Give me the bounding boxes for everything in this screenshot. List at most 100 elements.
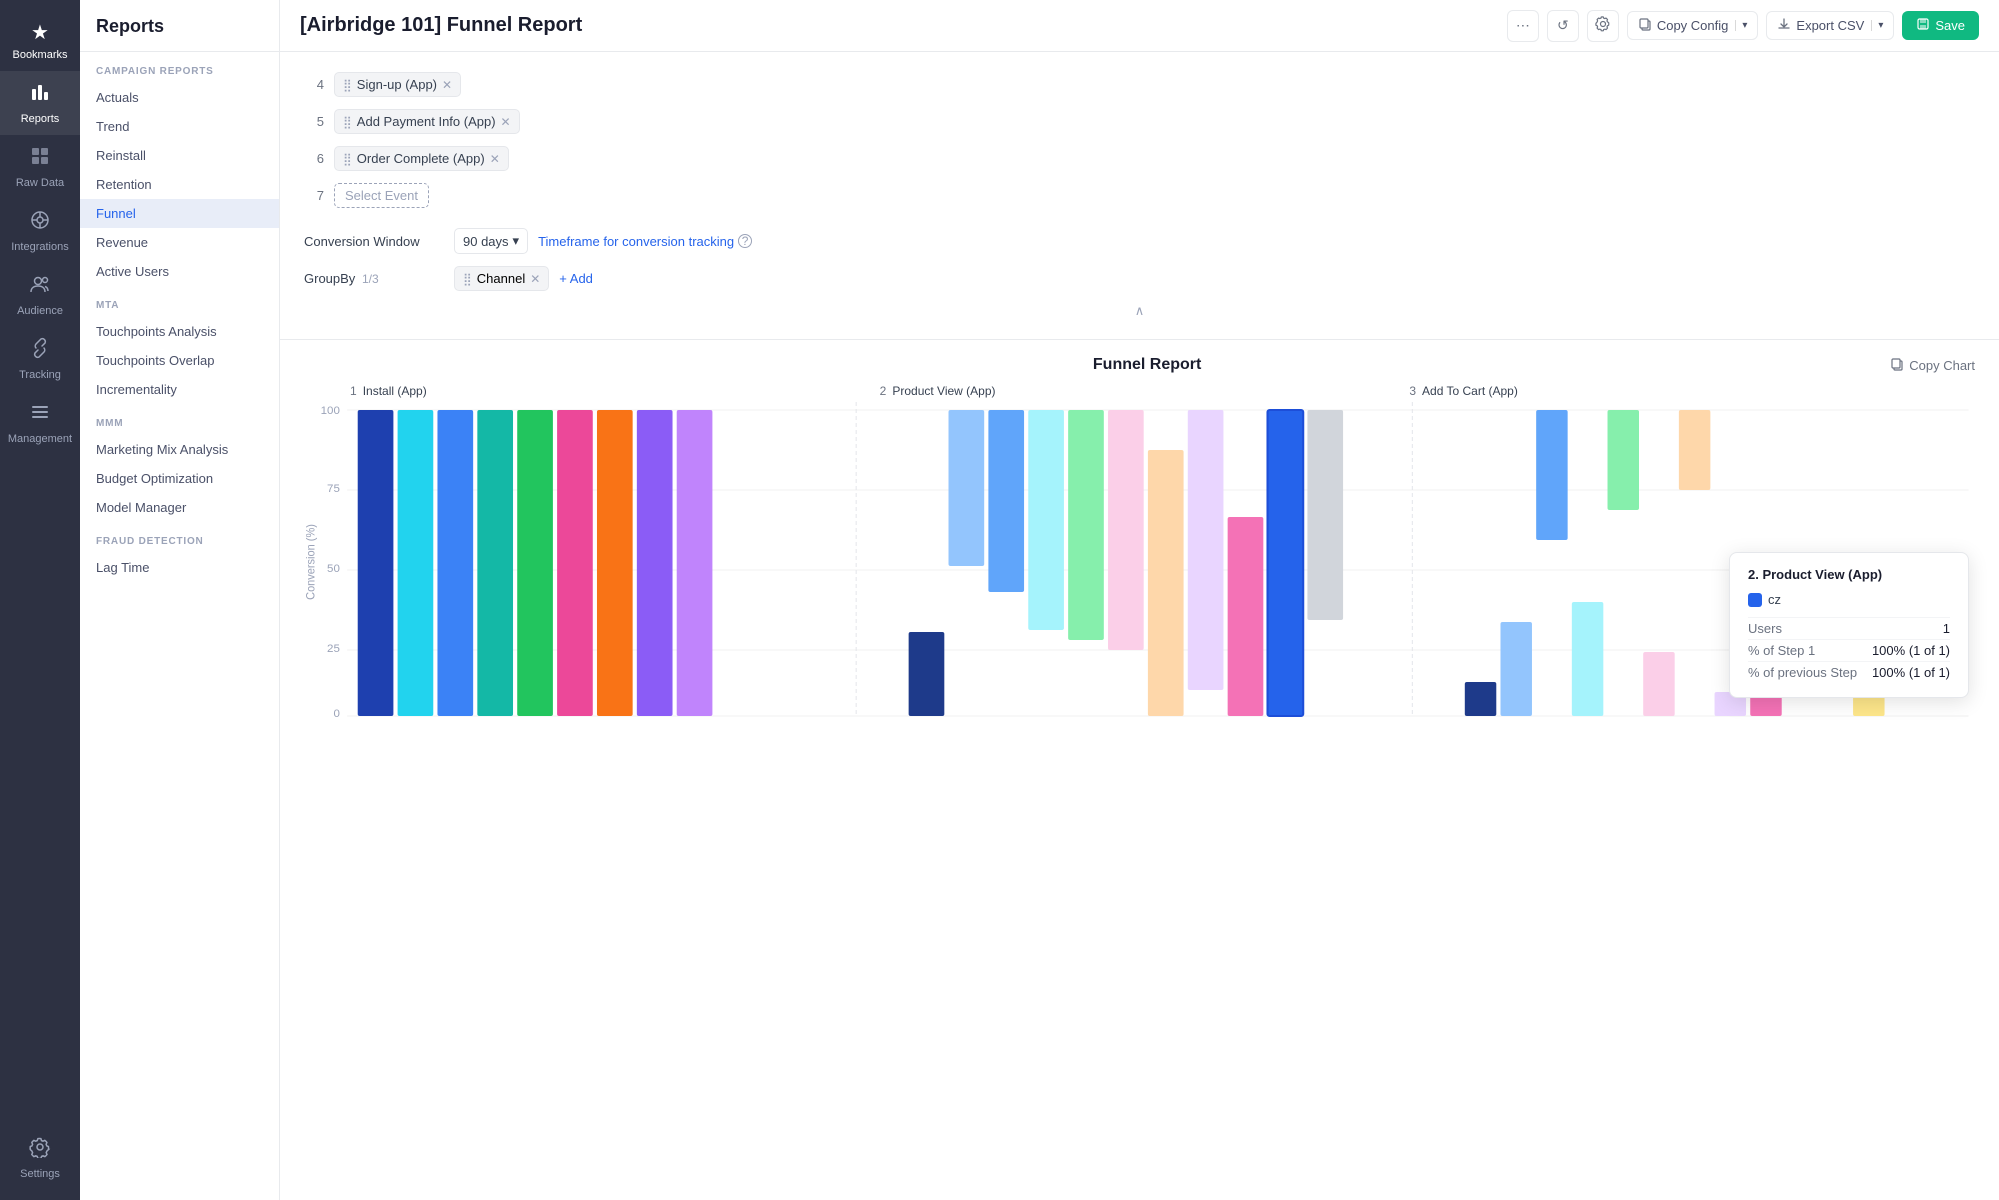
tooltip-step1-label: % of Step 1 <box>1748 643 1815 658</box>
collapse-button[interactable]: ∧ <box>304 297 1975 325</box>
audience-icon <box>29 273 51 301</box>
config-panel: 4 ⣿ Sign-up (App) ✕ 5 ⣿ Add Payment Info… <box>280 52 1999 340</box>
chart-title: Funnel Report <box>404 356 1890 374</box>
tooltip-users-label: Users <box>1748 621 1782 636</box>
step-6-row: 6 ⣿ Order Complete (App) ✕ <box>304 140 1975 177</box>
groupby-label-text: GroupBy <box>304 271 355 286</box>
nav-item-touchpoints-overlap[interactable]: Touchpoints Overlap <box>80 346 279 375</box>
tooltip-prev-step-label: % of previous Step <box>1748 665 1857 680</box>
sidebar-item-audience[interactable]: Audience <box>0 263 80 327</box>
step-6-event-label: Order Complete (App) <box>357 151 485 166</box>
export-csv-label: Export CSV <box>1796 18 1864 33</box>
nav-item-marketing-mix[interactable]: Marketing Mix Analysis <box>80 435 279 464</box>
step-6-close-icon[interactable]: ✕ <box>490 152 500 166</box>
step-7-number: 7 <box>304 188 324 203</box>
sidebar-item-label: Raw Data <box>16 177 64 189</box>
copy-config-dropdown-arrow: ▾ <box>1735 20 1747 31</box>
tooltip-title: 2. Product View (App) <box>1748 567 1950 582</box>
groupby-channel-close[interactable]: ✕ <box>530 272 540 286</box>
sidebar-item-tracking-link[interactable]: Tracking <box>0 327 80 391</box>
section-campaign-reports: CAMPAIGN REPORTS <box>80 52 279 83</box>
groupby-channel-label: Channel <box>477 271 525 286</box>
step-7-row: 7 Select Event <box>304 177 1975 214</box>
sidebar-item-label: Settings <box>20 1168 60 1180</box>
sidebar-item-label: Bookmarks <box>12 49 67 61</box>
tooltip-legend: cz <box>1748 592 1950 607</box>
nav-item-lag-time[interactable]: Lag Time <box>80 553 279 582</box>
sidebar-item-management[interactable]: Management <box>0 391 80 455</box>
sidebar-item-label: Integrations <box>11 241 68 253</box>
chart-body: 100 75 50 25 0 Conversion (%) <box>280 402 1999 1200</box>
sidebar-item-bookmarks[interactable]: ★ Bookmarks <box>0 10 80 71</box>
more-icon: ⋯ <box>1516 17 1530 34</box>
management-icon <box>29 401 51 429</box>
nav-item-model-manager[interactable]: Model Manager <box>80 493 279 522</box>
copy-chart-label: Copy Chart <box>1909 358 1975 373</box>
more-button[interactable]: ⋯ <box>1507 10 1539 42</box>
step-5-close-icon[interactable]: ✕ <box>501 115 511 129</box>
save-button[interactable]: Save <box>1902 11 1979 40</box>
chart-tooltip: 2. Product View (App) cz Users 1 % of St… <box>1729 552 1969 698</box>
drag-handle-icon[interactable]: ⣿ <box>343 115 352 129</box>
refresh-icon: ↺ <box>1557 17 1569 34</box>
chevron-up-icon: ∧ <box>1135 303 1145 319</box>
sidebar-item-settings[interactable]: Settings <box>0 1126 80 1190</box>
copy-chart-button[interactable]: Copy Chart <box>1890 357 1975 374</box>
nav-item-active-users[interactable]: Active Users <box>80 257 279 286</box>
sidebar: ★ Bookmarks Reports Raw Data Integration… <box>0 0 80 1200</box>
sidebar-item-raw-data[interactable]: Raw Data <box>0 135 80 199</box>
raw-data-icon <box>29 145 51 173</box>
tracking-link-icon <box>29 337 51 365</box>
nav-item-revenue[interactable]: Revenue <box>80 228 279 257</box>
view-settings-button[interactable] <box>1587 10 1619 42</box>
select-event-button[interactable]: Select Event <box>334 183 429 208</box>
chart-area: Funnel Report Copy Chart 1 Install (App)… <box>280 340 1999 1200</box>
svg-text:50: 50 <box>327 563 340 575</box>
funnel-chart-svg: 100 75 50 25 0 Conversion (%) <box>300 402 1979 722</box>
nav-item-actuals[interactable]: Actuals <box>80 83 279 112</box>
left-nav-title: Reports <box>80 0 279 52</box>
nav-item-budget-optimization[interactable]: Budget Optimization <box>80 464 279 493</box>
copy-icon <box>1638 17 1652 34</box>
svg-text:75: 75 <box>327 483 340 495</box>
nav-item-trend[interactable]: Trend <box>80 112 279 141</box>
nav-item-touchpoints-analysis[interactable]: Touchpoints Analysis <box>80 317 279 346</box>
copy-config-button[interactable]: Copy Config ▾ <box>1627 11 1759 40</box>
sidebar-item-label: Management <box>8 433 72 445</box>
timeframe-link[interactable]: Timeframe for conversion tracking ? <box>538 234 752 249</box>
top-bar: [Airbridge 101] Funnel Report ⋯ ↺ Copy C… <box>280 0 1999 52</box>
integrations-icon <box>29 209 51 237</box>
refresh-button[interactable]: ↺ <box>1547 10 1579 42</box>
tooltip-prev-step-value: 100% (1 of 1) <box>1872 665 1950 680</box>
svg-text:0: 0 <box>333 708 339 720</box>
export-csv-button[interactable]: Export CSV ▾ <box>1766 11 1894 40</box>
nav-item-funnel[interactable]: Funnel <box>80 199 279 228</box>
sidebar-item-reports[interactable]: Reports <box>0 71 80 135</box>
step-label-1: 1 Install (App) <box>350 384 880 398</box>
sidebar-item-label: Audience <box>17 305 63 317</box>
settings-icon <box>29 1136 51 1164</box>
download-icon <box>1777 17 1791 34</box>
step-4-close-icon[interactable]: ✕ <box>442 78 452 92</box>
drag-handle-icon[interactable]: ⣿ <box>463 272 472 286</box>
sidebar-item-label: Reports <box>21 113 60 125</box>
nav-item-incrementality[interactable]: Incrementality <box>80 375 279 404</box>
step-labels: 1 Install (App) 2 Product View (App) 3 A… <box>280 384 1999 398</box>
drag-handle-icon[interactable]: ⣿ <box>343 152 352 166</box>
svg-text:100: 100 <box>321 405 340 417</box>
copy-config-label: Copy Config <box>1657 18 1729 33</box>
save-label: Save <box>1935 18 1965 33</box>
settings-icon <box>1595 16 1611 35</box>
step-5-event-label: Add Payment Info (App) <box>357 114 496 129</box>
step-5-event-tag: ⣿ Add Payment Info (App) ✕ <box>334 109 520 134</box>
groupby-add-button[interactable]: + Add <box>559 271 593 286</box>
reports-icon <box>29 81 51 109</box>
nav-item-retention[interactable]: Retention <box>80 170 279 199</box>
sidebar-item-integrations[interactable]: Integrations <box>0 199 80 263</box>
tooltip-row-prev-step: % of previous Step 100% (1 of 1) <box>1748 661 1950 683</box>
conversion-window-dropdown[interactable]: 90 days ▾ <box>454 228 528 254</box>
groupby-count: 1/3 <box>362 272 379 286</box>
nav-item-reinstall[interactable]: Reinstall <box>80 141 279 170</box>
section-mmm: MMM <box>80 404 279 435</box>
drag-handle-icon[interactable]: ⣿ <box>343 78 352 92</box>
